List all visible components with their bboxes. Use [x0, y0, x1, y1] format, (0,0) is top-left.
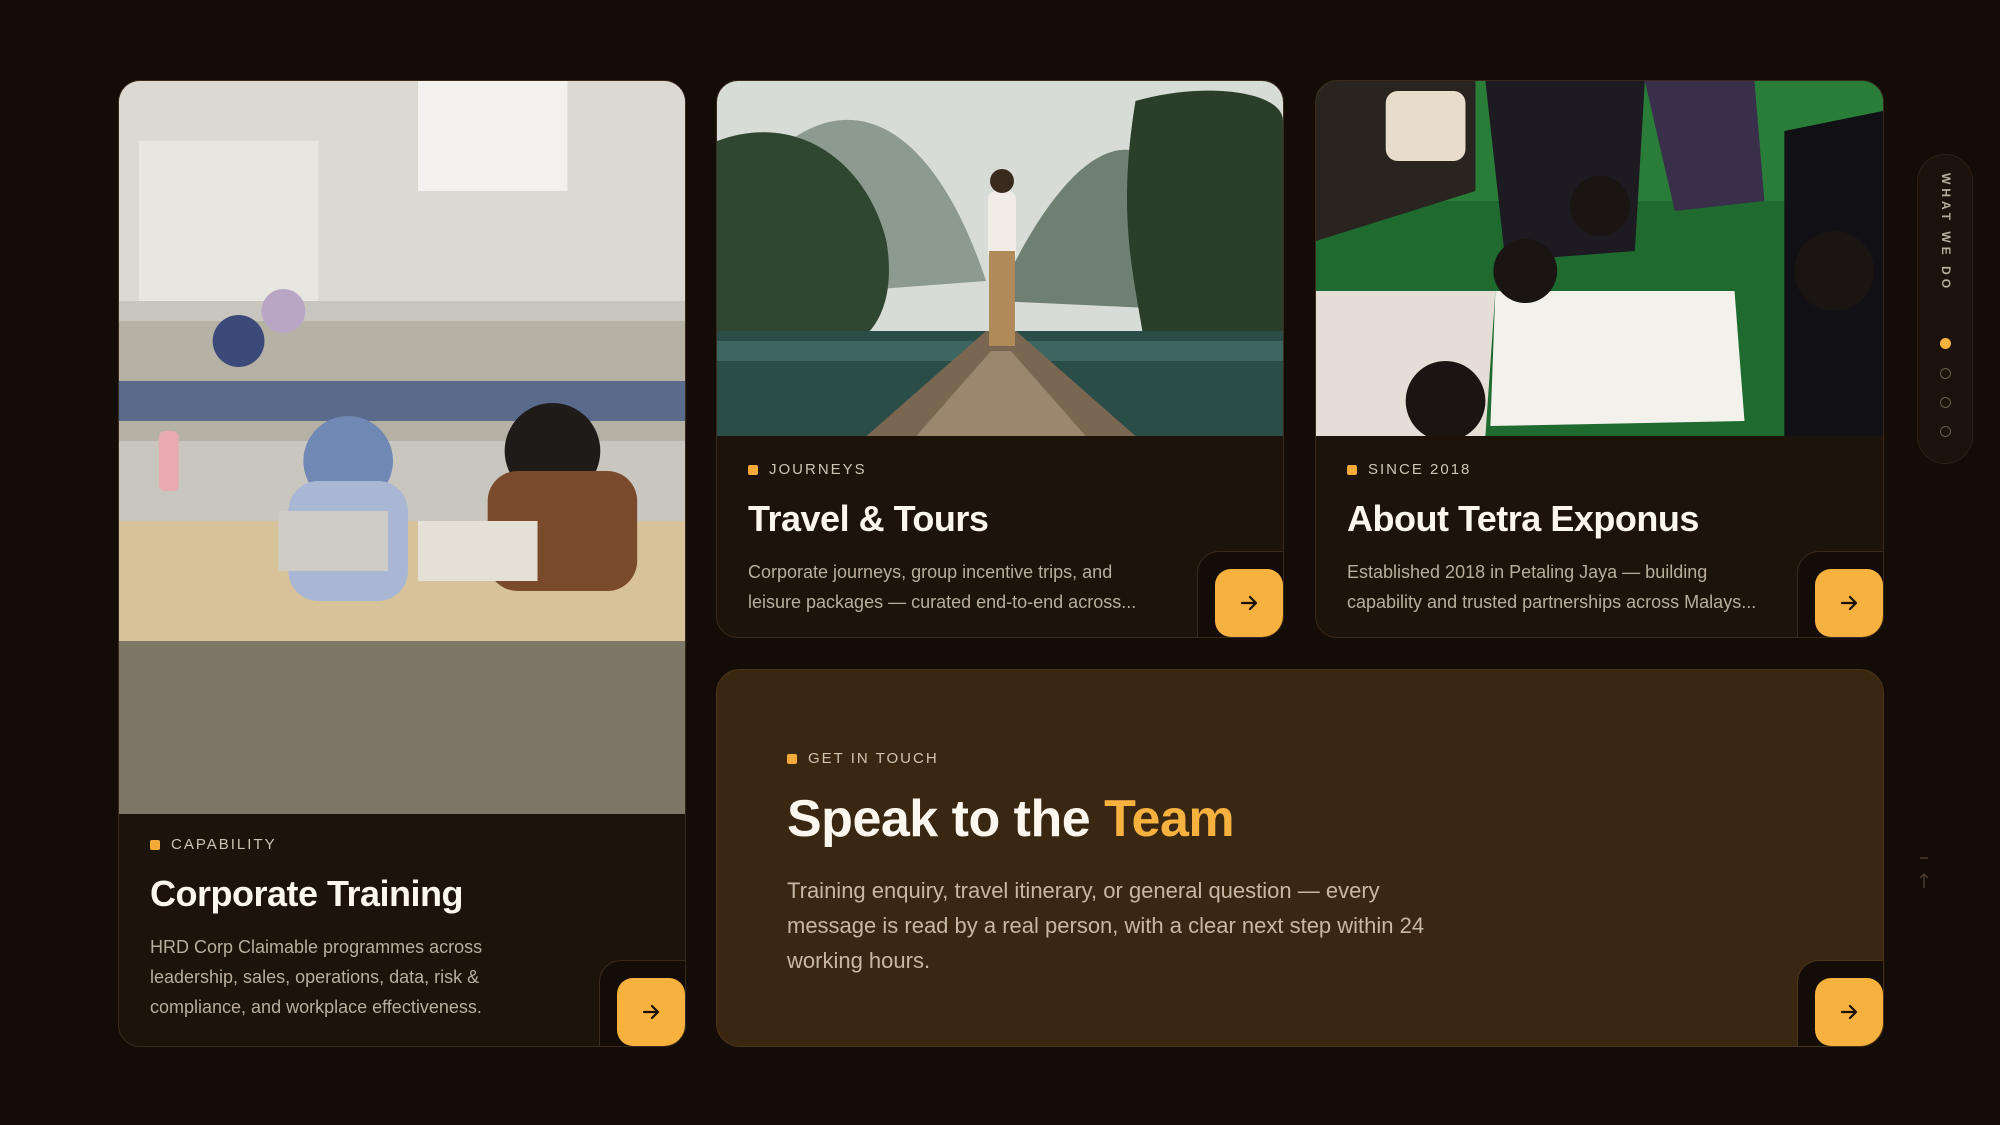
arrow-up-icon — [1919, 857, 1929, 888]
corporate-training-photo — [119, 81, 685, 814]
arrow-right-icon — [1840, 595, 1858, 611]
card-corporate-training[interactable]: CAPABILITY Corporate Training HRD Corp C… — [118, 80, 686, 1047]
card-travel-tours[interactable]: JOURNEYS Travel & Tours Corporate journe… — [716, 80, 1284, 638]
arrow-right-icon — [1240, 595, 1258, 611]
get-in-touch-arrow-button[interactable] — [1815, 978, 1883, 1046]
rail-dot-4[interactable] — [1940, 426, 1951, 437]
rail-label-text: WHAT WE DO — [1939, 173, 1953, 293]
card-title: Travel & Tours — [748, 498, 989, 539]
rail-label: WHAT WE DO — [1928, 173, 1964, 303]
card-title: About Tetra Exponus — [1347, 498, 1699, 539]
eyebrow-label: CAPABILITY — [171, 836, 277, 853]
card-eyebrow: GET IN TOUCH — [787, 750, 1843, 767]
card-description: Corporate journeys, group incentive trip… — [748, 562, 1137, 612]
eyebrow-dot — [1347, 464, 1357, 475]
travel-tours-arrow-button[interactable] — [1215, 569, 1283, 637]
about-arrow-button[interactable] — [1815, 569, 1883, 637]
cta-title-highlight: Team — [1104, 790, 1235, 848]
section-rail: WHAT WE DO — [1917, 154, 1973, 464]
cta-description: Training enquiry, travel itinerary, or g… — [787, 878, 1425, 973]
card-about[interactable]: SINCE 2018 About Tetra Exponus Establish… — [1315, 80, 1884, 638]
eyebrow-dot — [150, 839, 160, 850]
rail-dot-1[interactable] — [1940, 338, 1951, 349]
card-eyebrow: CAPABILITY — [150, 836, 645, 853]
card-eyebrow: JOURNEYS — [748, 461, 1243, 478]
eyebrow-label: SINCE 2018 — [1368, 461, 1472, 478]
rail-dot-2[interactable] — [1940, 368, 1951, 379]
card-eyebrow: SINCE 2018 — [1347, 461, 1843, 478]
card-description: Established 2018 in Petaling Jaya — buil… — [1347, 562, 1757, 612]
cta-title: Speak to the Team — [787, 789, 1843, 849]
card-get-in-touch[interactable]: GET IN TOUCH Speak to the Team Training … — [716, 669, 1884, 1047]
card-description: HRD Corp Claimable programmes across lea… — [150, 937, 483, 1017]
rail-dot-3[interactable] — [1940, 397, 1951, 408]
eyebrow-dot — [787, 753, 797, 764]
corporate-training-arrow-button[interactable] — [617, 978, 685, 1046]
about-photo — [1316, 81, 1883, 436]
cta-title-plain: Speak to the — [787, 790, 1091, 848]
travel-tours-photo — [717, 81, 1283, 436]
eyebrow-dot — [748, 464, 758, 475]
back-to-top[interactable] — [1912, 852, 1936, 892]
eyebrow-label: GET IN TOUCH — [808, 750, 939, 767]
arrow-right-icon — [642, 1004, 660, 1020]
eyebrow-label: JOURNEYS — [769, 461, 867, 478]
arrow-right-icon — [1840, 1004, 1858, 1020]
card-title: Corporate Training — [150, 873, 464, 914]
